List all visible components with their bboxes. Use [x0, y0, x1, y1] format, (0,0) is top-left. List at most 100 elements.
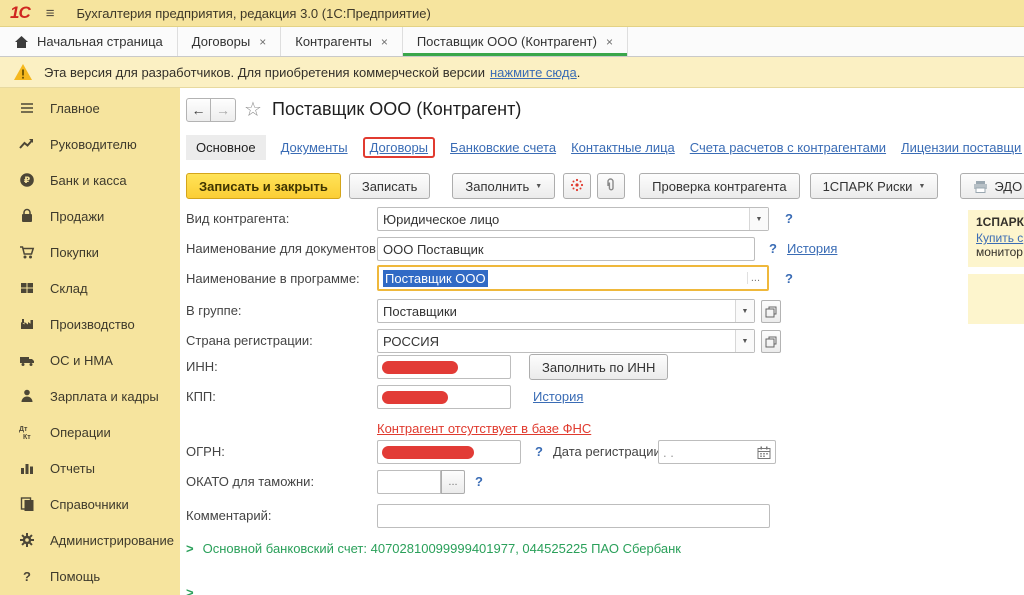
spark-panel-title: 1СПАРК [976, 215, 1024, 229]
sidebar-item-operatsii[interactable]: ДтКт Операции [0, 414, 180, 450]
edo-button[interactable]: ЭДО ▼ [960, 173, 1024, 199]
sidebar-item-prodazhi[interactable]: Продажи [0, 198, 180, 234]
fill-by-inn-button[interactable]: Заполнить по ИНН [529, 354, 668, 380]
warning-text: Эта версия для разработчиков. Для приобр… [44, 65, 485, 80]
nav-dokumenty[interactable]: Документы [281, 140, 348, 155]
books-icon [16, 496, 38, 512]
tab-label: Начальная страница [37, 34, 163, 49]
spark-buy-link[interactable]: Купить с [976, 231, 1024, 245]
doc-name-input[interactable] [377, 237, 755, 261]
okato-input[interactable] [377, 470, 441, 494]
comment-input[interactable] [377, 504, 770, 528]
svg-text:Дт: Дт [19, 426, 28, 433]
main-menu-icon[interactable]: ≡ [46, 5, 55, 22]
calendar-icon[interactable] [757, 446, 771, 459]
fill-button[interactable]: Заполнить ▼ [452, 173, 555, 199]
sidebar-item-label: Справочники [50, 497, 129, 512]
help-link[interactable]: ? [535, 444, 543, 459]
tab-postavshchik[interactable]: Поставщик ООО (Контрагент) × [403, 27, 628, 56]
chevron-down-icon[interactable]: ▼ [749, 208, 768, 230]
bank-account-section[interactable]: > Основной банковский счет: 407028100999… [186, 541, 681, 556]
svg-text:₽: ₽ [24, 175, 30, 185]
sidebar-item-label: Помощь [50, 569, 100, 584]
tab-home[interactable]: Начальная страница [0, 27, 178, 56]
help-link[interactable]: ? [769, 241, 777, 256]
group-combobox: ▼ [377, 299, 755, 323]
close-icon[interactable]: × [259, 35, 266, 49]
save-button[interactable]: Записать [349, 173, 431, 199]
group-input[interactable] [377, 299, 755, 323]
tab-kontragenty[interactable]: Контрагенты × [281, 27, 403, 56]
ellipsis-button[interactable]: ... [747, 272, 763, 284]
field-label: Наименование для документов: [186, 241, 379, 256]
sidebar-item-label: Покупки [50, 245, 99, 260]
chevron-down-icon[interactable]: ▼ [735, 330, 754, 352]
history-link[interactable]: История [787, 241, 837, 256]
form-row-ogrn: ОГРН: ? Дата регистрации: . . [186, 440, 1022, 466]
forward-button[interactable]: → [211, 98, 236, 122]
nav-bankovskie-scheta[interactable]: Банковские счета [450, 140, 556, 155]
sidebar-item-label: Руководителю [50, 137, 137, 152]
sidebar-item-label: Склад [50, 281, 88, 296]
chevron-down-icon[interactable]: ▼ [735, 300, 754, 322]
spark-panel-text: монитор [976, 245, 1024, 259]
sidebar-item-label: Отчеты [50, 461, 95, 476]
buy-version-link[interactable]: нажмите сюда [490, 65, 577, 80]
sidebar-item-zarplata-i-kadry[interactable]: Зарплата и кадры [0, 378, 180, 414]
sidebar-item-os-i-nma[interactable]: ОС и НМА [0, 342, 180, 378]
spark-check-icon-button[interactable] [563, 173, 591, 199]
sidebar-item-otchety[interactable]: Отчеты [0, 450, 180, 486]
close-icon[interactable]: × [381, 35, 388, 49]
tab-dogovory[interactable]: Договоры × [178, 27, 281, 56]
back-button[interactable]: ← [186, 98, 211, 122]
save-and-close-button[interactable]: Записать и закрыть [186, 173, 341, 199]
open-item-button[interactable] [761, 300, 781, 323]
form-row-comment: Комментарий: [186, 504, 1022, 530]
nav-scheta-raschetov[interactable]: Счета расчетов с контрагентами [690, 140, 886, 155]
ogrn-input[interactable] [377, 440, 521, 464]
sidebar-item-pomoshch[interactable]: ? Помощь [0, 558, 180, 594]
favorite-star-icon[interactable]: ☆ [244, 97, 262, 122]
sidebar-item-pokupki[interactable]: Покупки [0, 234, 180, 270]
help-link[interactable]: ? [785, 271, 793, 286]
sidebar-item-rukovoditelyu[interactable]: Руководителю [0, 126, 180, 162]
trend-chart-icon [16, 136, 38, 152]
help-link[interactable]: ? [785, 211, 793, 226]
inn-input[interactable] [377, 355, 511, 379]
sidebar-item-sklad[interactable]: Склад [0, 270, 180, 306]
sidebar-item-bank-i-kassa[interactable]: ₽ Банк и касса [0, 162, 180, 198]
spark-risks-button[interactable]: 1СПАРК Риски ▼ [810, 173, 939, 199]
next-section-clipped[interactable]: > [186, 585, 203, 595]
shopping-bag-icon [16, 208, 38, 224]
nav-kontaktnye-litsa[interactable]: Контактные лица [571, 140, 675, 155]
nav-dogovory[interactable]: Договоры [363, 137, 435, 158]
field-label: Комментарий: [186, 508, 272, 523]
chevron-right-icon: > [186, 541, 194, 556]
fns-warning-link[interactable]: Контрагент отсутствует в базе ФНС [377, 421, 591, 436]
open-item-button[interactable] [761, 330, 781, 353]
nav-litsenzii[interactable]: Лицензии поставщиков ал [901, 140, 1022, 155]
registration-date-input[interactable]: . . [658, 440, 776, 464]
sidebar-item-proizvodstvo[interactable]: Производство [0, 306, 180, 342]
button-label: Заполнить [465, 179, 529, 194]
kpp-input[interactable] [377, 385, 511, 409]
kind-input[interactable] [377, 207, 769, 231]
check-counterparty-button[interactable]: Проверка контрагента [639, 173, 799, 199]
okato-picker-button[interactable]: ... [441, 470, 465, 494]
sidebar-item-spravochniki[interactable]: Справочники [0, 486, 180, 522]
svg-text:Кт: Кт [23, 434, 31, 440]
help-link[interactable]: ? [475, 474, 483, 489]
edo-doc-icon [973, 180, 988, 193]
sidebar-item-administrirovanie[interactable]: Администрирование [0, 522, 180, 558]
field-label: Дата регистрации: [553, 444, 664, 459]
spark-panel: 1СПАРК Купить с монитор [968, 210, 1024, 267]
date-placeholder: . . [663, 445, 674, 460]
close-icon[interactable]: × [606, 35, 613, 49]
attachment-button[interactable] [597, 173, 625, 199]
prog-name-input[interactable]: Поставщик ООО ... [377, 265, 769, 291]
country-input[interactable] [377, 329, 755, 353]
sidebar-item-glavnoe[interactable]: Главное [0, 90, 180, 126]
window-titlebar: 1С ≡ Бухгалтерия предприятия, редакция 3… [0, 0, 1024, 27]
nav-osnovnoe[interactable]: Основное [186, 135, 266, 160]
history-link[interactable]: История [533, 389, 583, 404]
